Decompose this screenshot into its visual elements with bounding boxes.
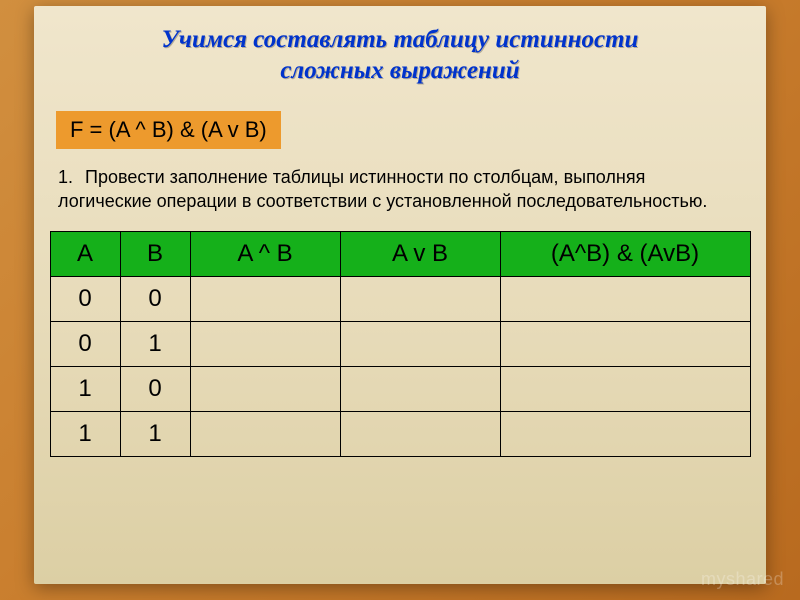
title-line-1: Учимся составлять таблицу истинности bbox=[162, 26, 639, 53]
cell bbox=[340, 367, 500, 412]
cell bbox=[500, 277, 750, 322]
cell bbox=[190, 412, 340, 457]
col-header-a-or-b: A v B bbox=[340, 232, 500, 277]
cell bbox=[190, 277, 340, 322]
instruction-number: 1. bbox=[58, 165, 80, 189]
instruction-body: Провести заполнение таблицы истинности п… bbox=[58, 167, 707, 211]
slide-title: Учимся составлять таблицу истинности сло… bbox=[88, 24, 712, 87]
col-header-a-and-b: A ^ B bbox=[190, 232, 340, 277]
cell: 1 bbox=[50, 412, 120, 457]
table-row: 0 0 bbox=[50, 277, 750, 322]
title-line-2: сложных выражений bbox=[280, 57, 519, 84]
formula-box: F = (A ^ B) & (A v B) bbox=[56, 111, 281, 149]
cell bbox=[190, 367, 340, 412]
cell: 0 bbox=[120, 367, 190, 412]
slide-background: Учимся составлять таблицу истинности сло… bbox=[0, 0, 800, 600]
cell bbox=[190, 322, 340, 367]
content-panel: Учимся составлять таблицу истинности сло… bbox=[34, 6, 766, 584]
table-header-row: A B A ^ B A v B (A^B) & (AvB) bbox=[50, 232, 750, 277]
col-header-result: (A^B) & (AvB) bbox=[500, 232, 750, 277]
cell bbox=[340, 322, 500, 367]
truth-table: A B A ^ B A v B (A^B) & (AvB) 0 0 0 1 bbox=[50, 231, 751, 457]
cell bbox=[500, 412, 750, 457]
cell: 0 bbox=[50, 277, 120, 322]
cell: 1 bbox=[120, 322, 190, 367]
table-row: 1 0 bbox=[50, 367, 750, 412]
cell bbox=[340, 277, 500, 322]
cell: 0 bbox=[120, 277, 190, 322]
cell: 1 bbox=[50, 367, 120, 412]
cell: 0 bbox=[50, 322, 120, 367]
cell bbox=[340, 412, 500, 457]
cell bbox=[500, 322, 750, 367]
cell: 1 bbox=[120, 412, 190, 457]
cell bbox=[500, 367, 750, 412]
col-header-b: B bbox=[120, 232, 190, 277]
instruction-text: 1. Провести заполнение таблицы истинност… bbox=[58, 165, 742, 214]
col-header-a: A bbox=[50, 232, 120, 277]
table-row: 1 1 bbox=[50, 412, 750, 457]
table-row: 0 1 bbox=[50, 322, 750, 367]
